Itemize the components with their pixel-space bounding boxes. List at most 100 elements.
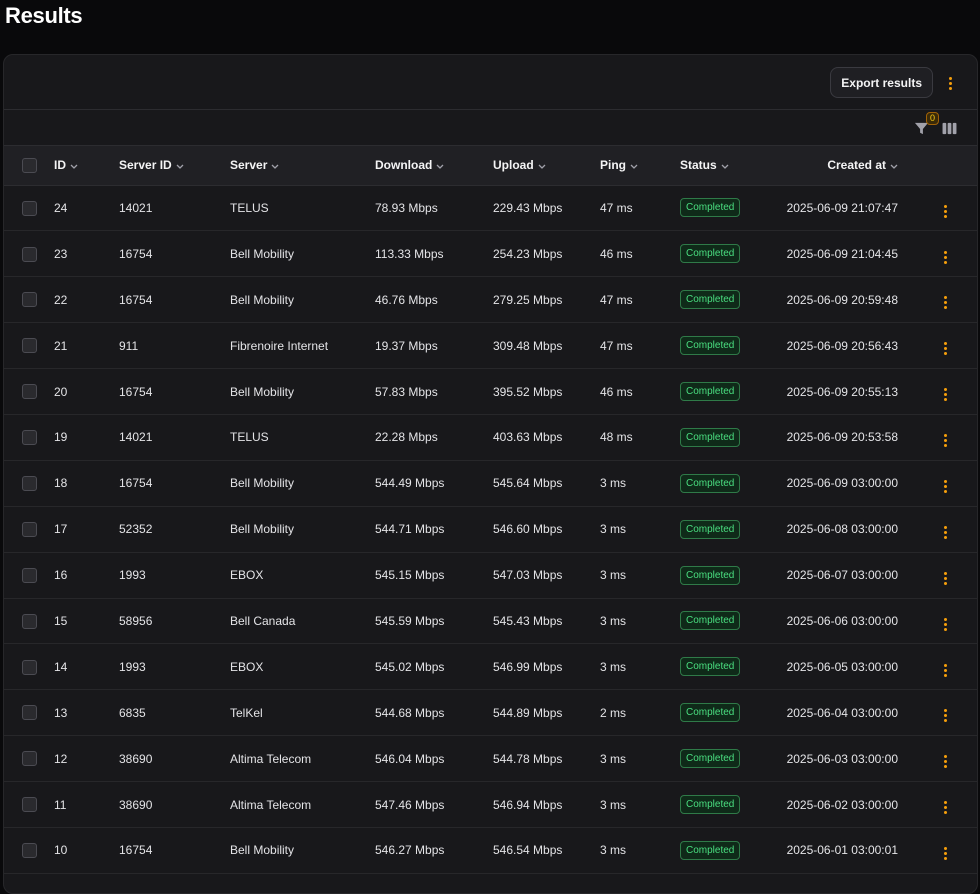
row-checkbox[interactable] xyxy=(21,292,37,308)
row-checkbox[interactable] xyxy=(21,430,37,446)
cell-created-at: 2025-06-04 03:00:00 xyxy=(786,705,898,720)
table-row[interactable]: 20 16754 Bell Mobility 57.83 Mbps 395.52 Mbp… xyxy=(4,369,977,415)
select-all-checkbox[interactable] xyxy=(21,157,37,173)
row-checkbox[interactable] xyxy=(21,246,37,262)
more-vertical-icon[interactable] xyxy=(941,800,951,816)
cell-server: Bell Canada xyxy=(230,613,296,628)
cell-download: 19.37 Mbps xyxy=(375,338,438,353)
cell-server-id: 16754 xyxy=(119,292,153,307)
columns-icon[interactable] xyxy=(942,122,957,135)
table-row[interactable]: 11 38690 Altima Telecom 547.46 Mbps 546.94 M… xyxy=(4,782,977,828)
table-row[interactable]: 21 911 Fibrenoire Internet 19.37 Mbps 309.48… xyxy=(4,323,977,369)
more-vertical-icon[interactable] xyxy=(941,708,951,724)
cell-server-id: 58956 xyxy=(119,613,153,628)
export-results-button[interactable]: Export results xyxy=(830,67,933,98)
table-row[interactable]: 14 1993 EBOX 545.02 Mbps 546.99 Mbps 3 ms Comp… xyxy=(4,644,977,690)
row-checkbox[interactable] xyxy=(21,521,37,537)
cell-server: EBOX xyxy=(230,659,264,674)
cell-id: 16 xyxy=(54,568,68,583)
cell-server-id: 52352 xyxy=(119,522,153,537)
more-vertical-icon[interactable] xyxy=(941,387,951,403)
cell-server-id: 16754 xyxy=(119,384,153,399)
row-checkbox[interactable] xyxy=(21,843,37,859)
table-row[interactable]: 10 16754 Bell Mobility 546.27 Mbps 546.54 Mb… xyxy=(4,827,977,874)
cell-upload: 544.78 Mbps xyxy=(493,751,563,766)
more-vertical-icon[interactable] xyxy=(941,754,951,770)
cell-created-at: 2025-06-09 21:07:47 xyxy=(786,200,898,215)
cell-id: 12 xyxy=(54,751,68,766)
status-badge: Completed xyxy=(680,519,741,539)
table-row[interactable]: 22 16754 Bell Mobility 46.76 Mbps 279.25 Mbp… xyxy=(4,277,977,323)
more-vertical-icon[interactable] xyxy=(941,524,951,540)
status-badge: Completed xyxy=(680,290,741,310)
cell-download: 46.76 Mbps xyxy=(375,292,438,307)
table-row[interactable]: 23 16754 Bell Mobility 113.33 Mbps 254.23 Mb… xyxy=(4,231,977,277)
cell-server: Bell Mobility xyxy=(230,384,295,399)
row-checkbox[interactable] xyxy=(21,200,37,216)
column-header-created-at[interactable]: Created at xyxy=(780,146,912,185)
cell-upload: 254.23 Mbps xyxy=(493,246,563,261)
more-vertical-icon[interactable] xyxy=(941,433,951,449)
column-header-ping[interactable]: Ping xyxy=(600,146,680,185)
row-checkbox[interactable] xyxy=(21,613,37,629)
status-badge: Completed xyxy=(680,198,741,218)
cell-created-at: 2025-06-06 03:00:00 xyxy=(786,613,898,628)
cell-server-id: 1993 xyxy=(119,568,146,583)
column-header-server-id[interactable]: Server ID xyxy=(119,146,230,185)
table-row[interactable]: 19 14021 TELUS 22.28 Mbps 403.63 Mbps 48 ms Co… xyxy=(4,414,977,461)
row-checkbox[interactable] xyxy=(21,384,37,400)
more-vertical-icon[interactable] xyxy=(941,616,951,632)
cell-download: 113.33 Mbps xyxy=(375,246,444,261)
more-vertical-icon[interactable] xyxy=(941,479,951,495)
cell-server: Bell Mobility xyxy=(230,522,295,537)
column-header-server[interactable]: Server xyxy=(230,146,375,185)
cell-server-id: 1993 xyxy=(119,659,146,674)
panel-header: Export results xyxy=(4,55,977,110)
cell-id: 15 xyxy=(54,613,68,628)
more-vertical-icon[interactable] xyxy=(941,662,951,678)
cell-server: Altima Telecom xyxy=(230,797,312,812)
column-header-id[interactable]: ID xyxy=(54,146,119,185)
table-row[interactable]: 13 6835 TelKel 544.68 Mbps 544.89 Mbps 2 ms Co… xyxy=(4,690,977,736)
table-row[interactable]: 15 58956 Bell Canada 545.59 Mbps 545.43 Mbps… xyxy=(4,598,977,644)
status-badge: Completed xyxy=(680,657,741,677)
cell-download: 22.28 Mbps xyxy=(375,430,438,445)
cell-download: 544.68 Mbps xyxy=(375,705,445,720)
table-row[interactable]: 16 1993 EBOX 545.15 Mbps 547.03 Mbps 3 ms Comp… xyxy=(4,552,977,599)
column-header-status[interactable]: Status xyxy=(680,146,780,185)
column-header-download[interactable]: Download xyxy=(375,146,493,185)
cell-server: Bell Mobility xyxy=(230,246,295,261)
cell-server: Fibrenoire Internet xyxy=(230,338,329,353)
table-row[interactable]: 18 16754 Bell Mobility 544.49 Mbps 545.64 Mb… xyxy=(4,460,977,507)
more-vertical-icon[interactable] xyxy=(941,570,951,586)
row-checkbox[interactable] xyxy=(21,338,37,354)
row-checkbox[interactable] xyxy=(21,659,37,675)
column-header-upload[interactable]: Upload xyxy=(493,146,600,185)
table-row[interactable]: 12 38690 Altima Telecom 546.04 Mbps 544.78 M… xyxy=(4,736,977,782)
cell-created-at: 2025-06-09 20:55:13 xyxy=(786,384,898,399)
cell-created-at: 2025-06-09 21:04:45 xyxy=(786,246,898,261)
row-checkbox[interactable] xyxy=(21,567,37,583)
table-row[interactable]: 24 14021 TELUS 78.93 Mbps 229.43 Mbps 47 ms Co… xyxy=(4,185,977,231)
cell-server-id: 911 xyxy=(119,338,139,353)
status-badge: Completed xyxy=(680,749,741,769)
row-checkbox[interactable] xyxy=(21,705,37,721)
cell-upload: 546.60 Mbps xyxy=(493,522,563,537)
cell-ping: 3 ms xyxy=(600,659,627,674)
page-title: Results xyxy=(5,3,83,28)
cell-ping: 47 ms xyxy=(600,338,633,353)
more-vertical-icon[interactable] xyxy=(941,249,951,265)
cell-ping: 3 ms xyxy=(600,751,627,766)
more-vertical-icon[interactable] xyxy=(941,295,951,311)
more-vertical-icon[interactable] xyxy=(945,75,955,91)
cell-download: 545.15 Mbps xyxy=(375,568,445,583)
table-row[interactable]: 17 52352 Bell Mobility 544.71 Mbps 546.60 Mb… xyxy=(4,506,977,553)
row-checkbox[interactable] xyxy=(21,751,37,767)
row-checkbox[interactable] xyxy=(21,797,37,813)
more-vertical-icon[interactable] xyxy=(941,341,951,357)
cell-id: 20 xyxy=(54,384,68,399)
more-vertical-icon[interactable] xyxy=(941,203,951,219)
row-checkbox[interactable] xyxy=(21,475,37,491)
more-vertical-icon[interactable] xyxy=(941,846,951,862)
cell-upload: 545.43 Mbps xyxy=(493,613,563,628)
